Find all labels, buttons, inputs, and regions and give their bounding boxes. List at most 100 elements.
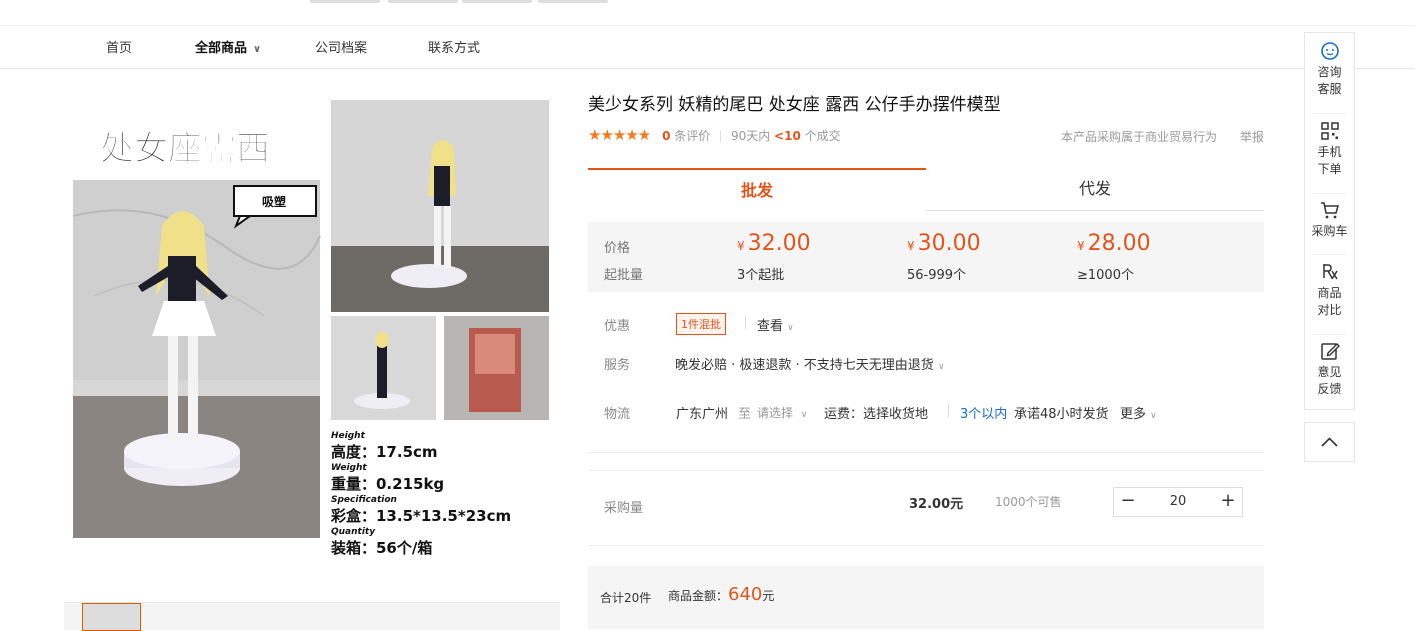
compare-icon	[1322, 264, 1338, 280]
compare-label: 商品	[1317, 286, 1342, 300]
logistics-more[interactable]: 更多 ∨	[1120, 403, 1157, 422]
compare-label: 对比	[1317, 303, 1342, 317]
rating-row: ★★★★★ 0 条评价 90天内 <10 个成交	[588, 126, 841, 144]
logistics-origin: 广东广州	[676, 407, 729, 422]
cart-button[interactable]: 采购车	[1305, 200, 1354, 240]
mobile-label: 手机	[1317, 145, 1342, 159]
chevron-up-icon	[1321, 437, 1338, 447]
compare-button[interactable]: 商品 对比	[1305, 262, 1354, 319]
promo-view-link[interactable]: 查看 ∨	[757, 315, 794, 334]
product-title: 美少女系列 妖精的尾巴 处女座 露西 公仔手办摆件模型	[588, 95, 1001, 115]
shipping-fee: 运费：选择收货地	[824, 407, 929, 422]
chevron-down-icon: ∨	[937, 362, 945, 372]
tier-moq: 56-999个	[907, 268, 967, 283]
top-tab-stub	[538, 0, 608, 3]
consult-label: 客服	[1317, 82, 1342, 96]
chevron-down-icon: ∨	[800, 410, 808, 420]
cart-icon	[1320, 202, 1339, 219]
sale-mode-tabs: 批发 代发	[588, 168, 1264, 212]
divider	[1313, 113, 1346, 114]
increment-button[interactable]: +	[1214, 488, 1242, 516]
spec-small-label: Quantity	[331, 527, 376, 537]
feedback-label: 反馈	[1317, 382, 1342, 396]
divider	[588, 470, 1264, 471]
logistics-label: 物流	[604, 407, 631, 422]
tier-moq: ≥1000个	[1077, 268, 1134, 283]
promo-view-label: 查看	[757, 319, 784, 334]
thumbnail-selected[interactable]	[82, 603, 141, 631]
rating-stars-icon: ★★★★★	[588, 126, 651, 144]
order-summary: 合计20件 商品金额：640元	[588, 566, 1264, 629]
spec-small-label: Height	[331, 431, 366, 441]
top-tab-stub	[462, 0, 532, 3]
back-to-top-button[interactable]	[1304, 422, 1355, 462]
service-label: 服务	[604, 358, 631, 373]
unit-price: 32.00元	[909, 497, 964, 512]
tab-dropship[interactable]: 代发	[926, 168, 1264, 211]
nav-contact[interactable]: 联系方式	[428, 37, 480, 56]
chevron-down-icon: ∨	[787, 323, 794, 333]
service-text: 晚发必赔 · 极速退款 · 不支持七天无理由退货	[675, 358, 934, 373]
divider	[1313, 334, 1346, 335]
service-dropdown[interactable]: 晚发必赔 · 极速退款 · 不支持七天无理由退货 ∨	[675, 354, 945, 373]
tier-price: ¥32.00	[737, 231, 811, 256]
promo-label: 优惠	[604, 319, 631, 334]
spec-small-label: Specification	[331, 495, 397, 505]
spec-big-label: 高度：17.5cm	[331, 443, 438, 461]
consult-label: 咨询	[1317, 65, 1342, 79]
nav-company-profile[interactable]: 公司档案	[315, 37, 367, 56]
feedback-button[interactable]: 意见 反馈	[1305, 341, 1354, 398]
stock-count: 1000个可售	[995, 495, 1062, 509]
tier-price-value: 30.00	[917, 231, 981, 256]
consult-service-button[interactable]: 咨询 客服	[1305, 41, 1354, 98]
review-label: 条评价	[674, 129, 711, 143]
price-panel: 价格 起批量 ¥32.00 3个起批 ¥30.00 56-999个 ¥28.00…	[588, 222, 1264, 292]
tier-price: ¥30.00	[907, 231, 981, 256]
report-link[interactable]: 举报	[1240, 128, 1264, 145]
tier-price: ¥28.00	[1077, 231, 1151, 256]
image-headline: 处女座露西	[99, 129, 270, 169]
quantity-input[interactable]: 20	[1142, 488, 1214, 516]
chevron-down-icon: ∨	[1150, 411, 1157, 421]
top-tab-stub	[388, 0, 458, 3]
tier-price-value: 32.00	[747, 231, 811, 256]
tier-moq: 3个起批	[737, 268, 785, 283]
currency-symbol: ¥	[737, 239, 745, 253]
nav-all-products-label: 全部商品	[195, 41, 248, 56]
destination-select-label: 请选择	[757, 406, 794, 420]
logistics-to: 至	[738, 407, 752, 422]
ship-promise: 承诺48小时发货	[1014, 407, 1109, 422]
spec-small-label: Weight	[331, 463, 367, 473]
divider	[720, 131, 722, 142]
divider	[1313, 254, 1346, 255]
divider	[588, 545, 1264, 546]
currency-symbol: ¥	[1077, 239, 1085, 253]
total-amount-row: 商品金额：640元	[668, 584, 774, 605]
trade-note: 本产品采购属于商业贸易行为	[1061, 130, 1218, 144]
price-label: 价格	[604, 241, 631, 256]
tab-wholesale[interactable]: 批发	[588, 168, 926, 212]
shop-nav: 首页 全部商品 ∨ 公司档案 联系方式	[0, 25, 1415, 69]
logistics-more-label: 更多	[1120, 407, 1147, 422]
thumbnail-strip	[64, 602, 560, 631]
decrement-button[interactable]: −	[1114, 488, 1142, 516]
mobile-label: 下单	[1317, 162, 1342, 176]
mobile-order-button[interactable]: 手机 下单	[1305, 121, 1354, 178]
amount-unit: 元	[762, 589, 775, 603]
product-main-image[interactable]: 处女座露西 吸塑 Height 高度：17.5cm Weight 重量：0.21…	[64, 96, 560, 564]
total-count: 合计20件	[600, 591, 652, 605]
divider	[745, 315, 746, 329]
destination-select[interactable]: 请选择 ∨	[757, 404, 807, 421]
edit-icon	[1320, 343, 1340, 360]
ship-days: 3个以内	[960, 407, 1008, 422]
review-count[interactable]: 0	[662, 129, 670, 143]
nav-home[interactable]: 首页	[106, 37, 132, 56]
deal-label: 个成交	[804, 129, 841, 143]
nav-all-products[interactable]: 全部商品 ∨	[195, 37, 261, 56]
chat-icon	[1320, 42, 1339, 60]
spec-big-label: 彩盒：13.5*13.5*23cm	[330, 507, 511, 525]
moq-label: 起批量	[604, 268, 644, 283]
divider	[948, 404, 949, 418]
floating-toolbar: 咨询 客服 手机 下单 采购车 商品 对比 意见 反馈	[1304, 32, 1355, 410]
amount-label: 商品金额：	[668, 589, 729, 603]
